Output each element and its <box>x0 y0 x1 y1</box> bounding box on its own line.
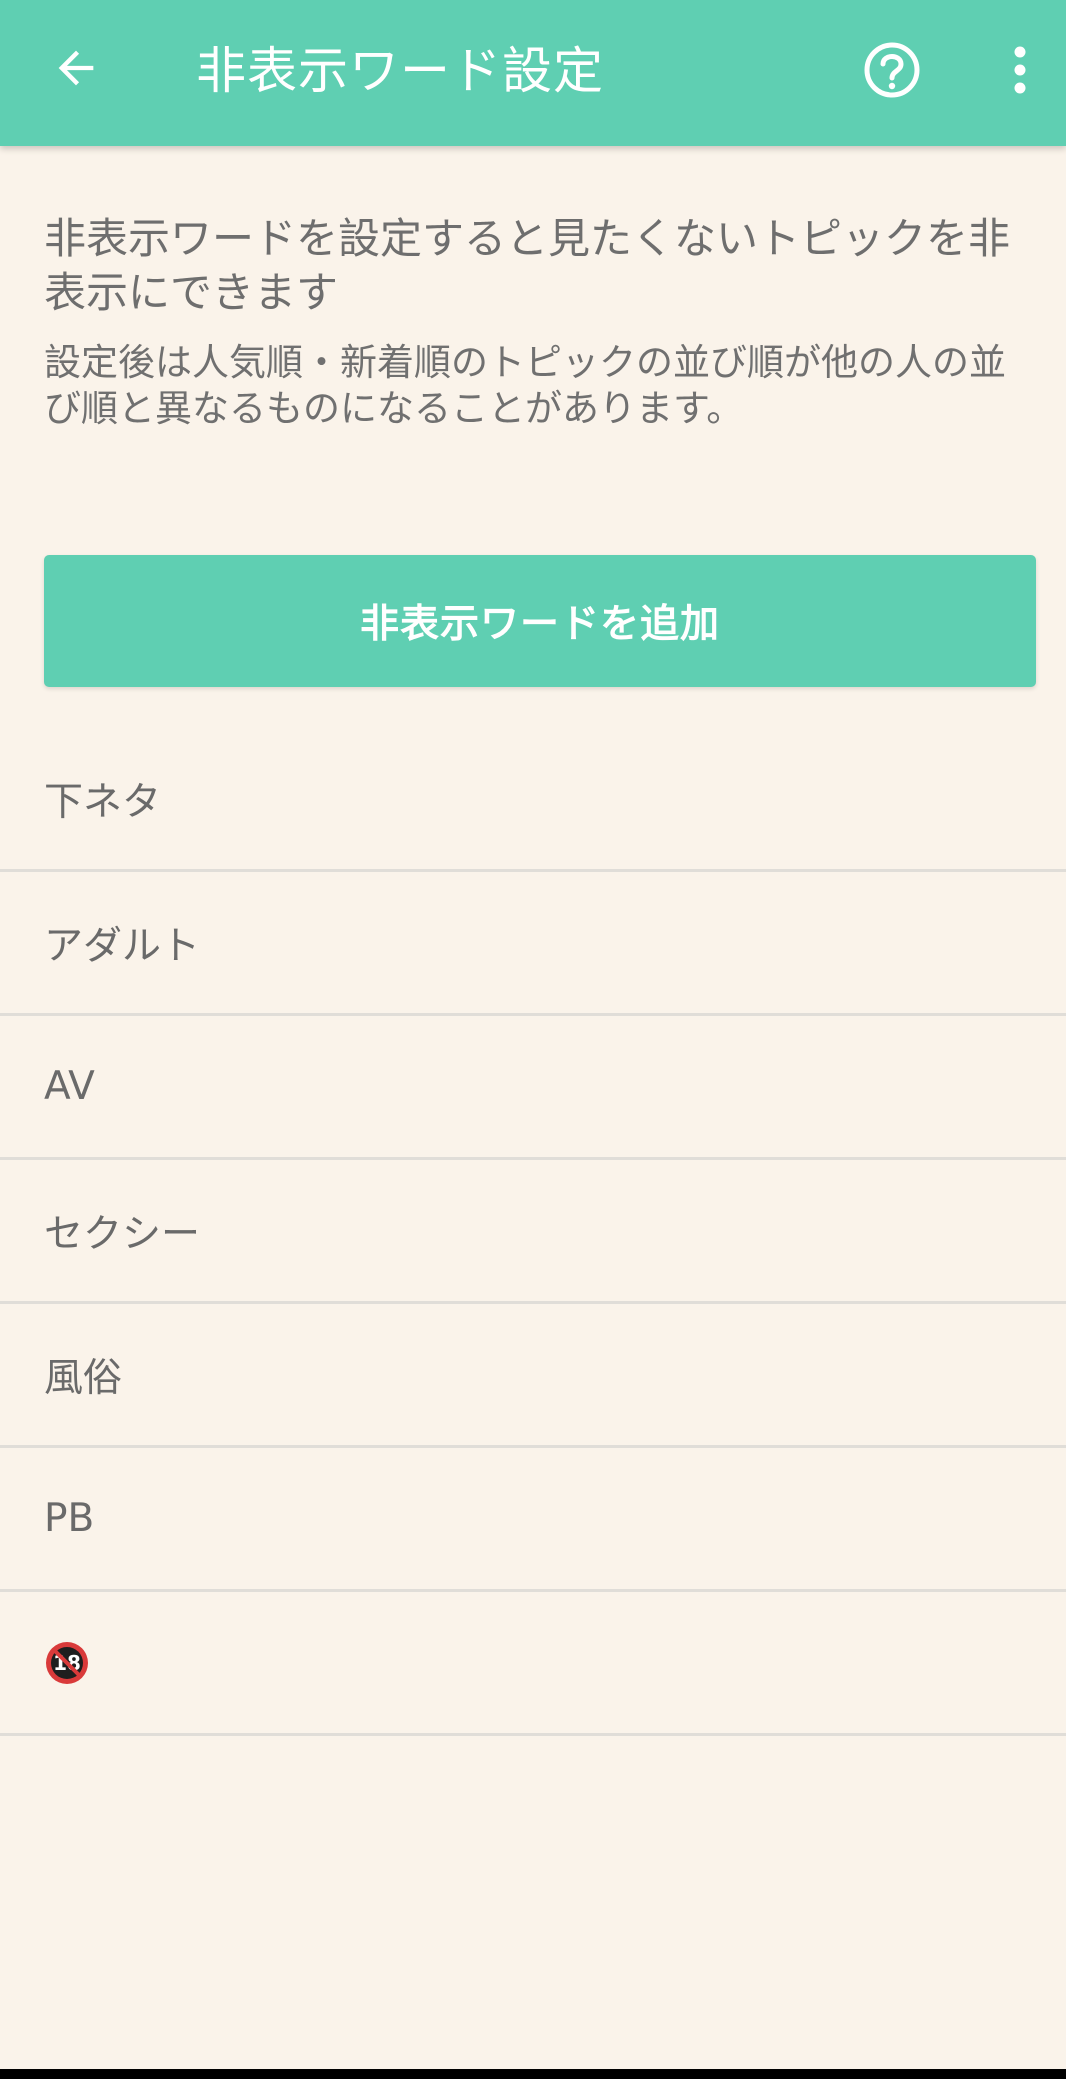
list-item-label: PB <box>44 1496 95 1541</box>
list-item-label: AV <box>44 1064 95 1109</box>
intro-section: 非表示ワードを設定すると見たくないトピックを非表示にできます 設定後は人気順・新… <box>44 212 1034 432</box>
list-item-label: アダルト <box>44 923 201 969</box>
list-item[interactable]: 風俗 <box>0 1304 1066 1448</box>
intro-headline: 非表示ワードを設定すると見たくないトピックを非表示にできます <box>44 214 1011 317</box>
hidden-word-list: 下ネタ アダルト AV セクシー 風俗 PB 18 <box>0 728 1066 1736</box>
list-item-label: セクシー <box>44 1211 201 1257</box>
back-button[interactable] <box>36 28 116 108</box>
list-item[interactable]: セクシー <box>0 1160 1066 1304</box>
list-item[interactable]: 18 <box>0 1592 1066 1736</box>
system-nav-bar <box>0 2069 1066 2079</box>
list-item[interactable]: アダルト <box>0 872 1066 1016</box>
intro-note: 設定後は人気順・新着順のトピックの並び順が他の人の並び順と異なるものになることが… <box>44 341 1006 430</box>
list-item[interactable]: AV <box>0 1016 1066 1160</box>
app-bar: 非表示ワード設定 <box>0 0 1066 146</box>
add-hidden-word-button[interactable]: 非表示ワードを追加 <box>44 555 1036 687</box>
help-circle-icon <box>864 42 920 98</box>
under-18-prohibited-icon: 18 <box>46 1641 88 1684</box>
page-title: 非表示ワード設定 <box>196 42 604 100</box>
list-item[interactable]: 下ネタ <box>0 728 1066 872</box>
more-options-button[interactable] <box>980 30 1060 110</box>
help-button[interactable] <box>852 30 932 110</box>
more-vert-icon <box>1014 46 1026 94</box>
arrow-left-icon <box>58 50 94 86</box>
list-item-label: 下ネタ <box>44 779 162 825</box>
list-item-label: 風俗 <box>44 1355 123 1401</box>
list-item[interactable]: PB <box>0 1448 1066 1592</box>
